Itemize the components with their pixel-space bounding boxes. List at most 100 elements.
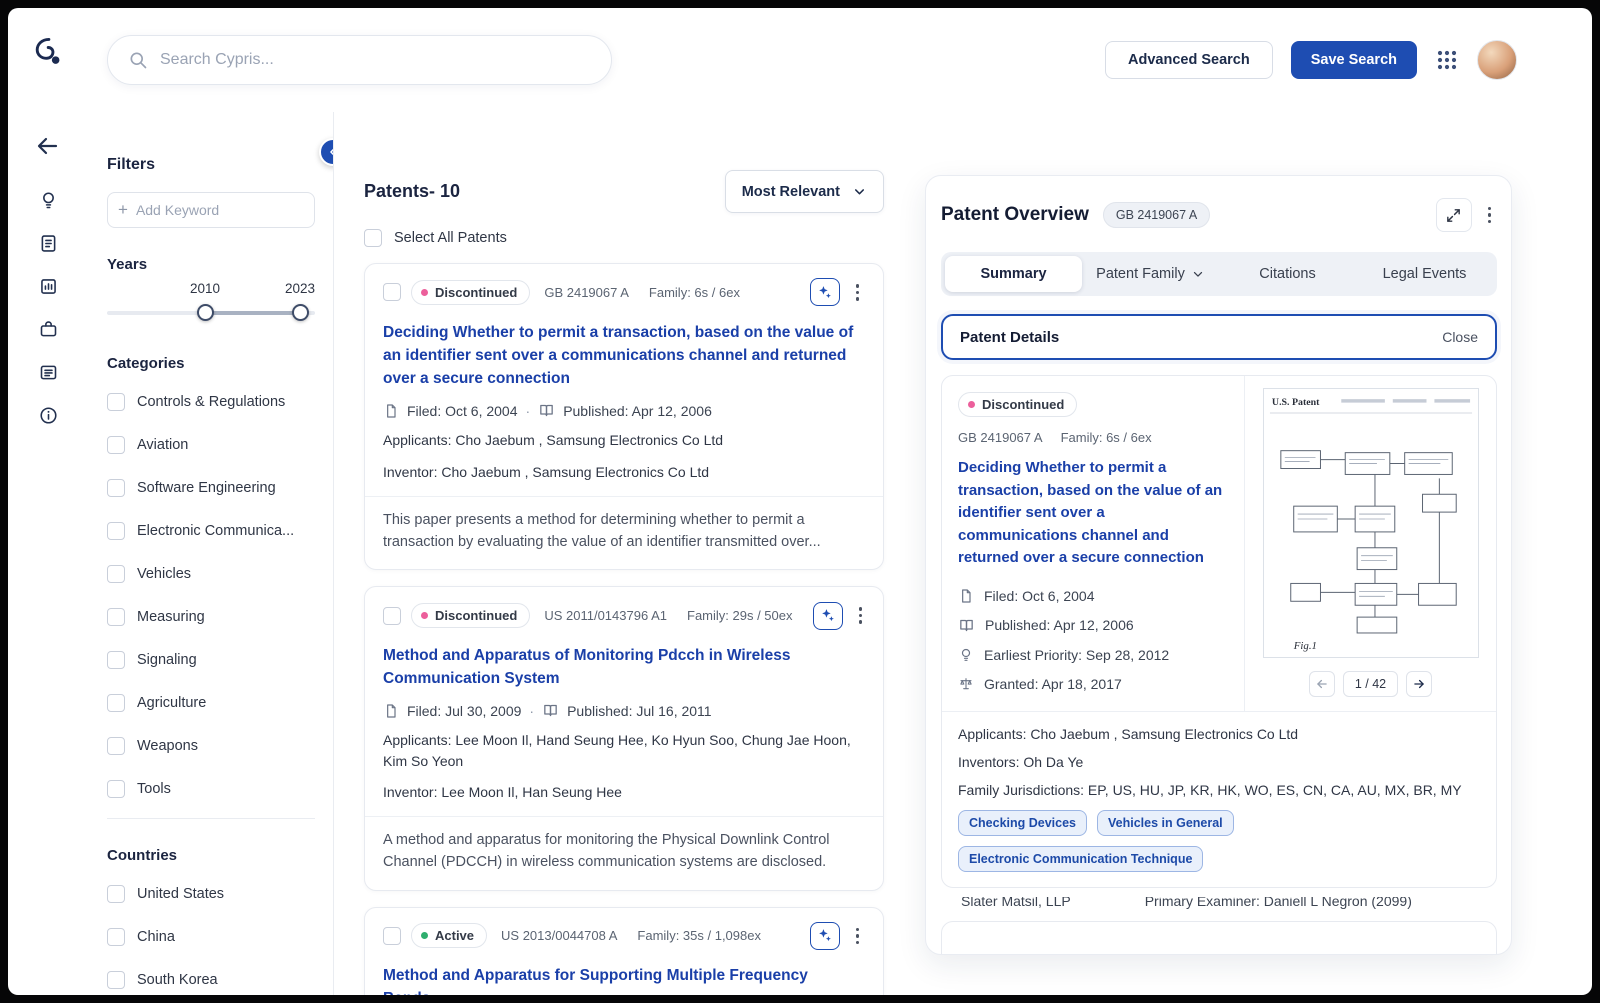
file-icon (387, 704, 396, 718)
checkbox[interactable] (107, 736, 125, 755)
documents-icon[interactable] (27, 222, 69, 264)
main-area: Advanced Search Save Search Filters + (88, 8, 1592, 995)
ai-sparkle-button[interactable] (809, 921, 840, 950)
patent-card: Discontinued GB 2419067 A Family: 6s / 6… (364, 263, 884, 571)
category-option[interactable]: Vehicles (107, 552, 315, 595)
applicants-line: Applicants: Cho Jaebum , Samsung Electro… (958, 726, 1299, 742)
patent-checkbox[interactable] (383, 606, 401, 625)
page-counter: 1 / 42 (1342, 671, 1399, 697)
add-keyword-input[interactable] (135, 202, 304, 218)
category-option[interactable]: Weapons (107, 724, 315, 767)
patent-checkbox[interactable] (383, 283, 401, 302)
checkbox[interactable] (107, 564, 125, 583)
tab-summary[interactable]: Summary (945, 256, 1082, 292)
checkbox[interactable] (107, 970, 125, 989)
years-slider[interactable] (107, 299, 315, 327)
checkbox[interactable] (107, 521, 125, 540)
category-tag[interactable]: Electronic Communication Technique (958, 846, 1204, 872)
file-icon (387, 404, 396, 418)
more-options-icon[interactable] (850, 922, 866, 951)
next-detail-card (941, 921, 1497, 954)
idea-lightbulb-icon[interactable] (27, 179, 69, 221)
country-option[interactable]: China (107, 915, 315, 958)
status-badge: Active (411, 923, 488, 949)
checkbox[interactable] (107, 607, 125, 626)
advanced-search-button[interactable]: Advanced Search (1105, 41, 1273, 79)
checkbox[interactable] (107, 779, 125, 798)
plus-icon: + (118, 200, 128, 219)
checkbox[interactable] (107, 392, 125, 411)
country-option[interactable]: South Korea (107, 958, 315, 995)
sparkle-icon (822, 609, 834, 622)
left-rail (8, 8, 88, 995)
next-page-icon[interactable] (1406, 671, 1433, 697)
more-options-icon[interactable] (853, 601, 869, 630)
search-input[interactable] (160, 51, 591, 69)
status-dot (968, 401, 975, 408)
category-tag[interactable]: Vehicles in General (1097, 810, 1234, 836)
patent-title-link[interactable]: Deciding Whether to permit a transaction… (383, 321, 858, 391)
expand-icon[interactable] (1435, 198, 1472, 232)
overview-more-options-icon[interactable] (1482, 201, 1498, 230)
category-tag[interactable]: Checking Devices (958, 810, 1087, 836)
back-arrow-icon[interactable] (27, 125, 69, 167)
ai-sparkle-button[interactable] (809, 278, 840, 307)
sort-dropdown[interactable]: Most Relevant (724, 170, 884, 213)
category-option[interactable]: Controls & Regulations (107, 380, 315, 423)
applicants-line: Applicants: Lee Moon Il, Hand Seung Hee,… (383, 732, 851, 769)
patent-checkbox[interactable] (383, 926, 401, 945)
category-option[interactable]: Electronic Communica... (107, 509, 315, 552)
published-date: Published: Jul 16, 2011 (567, 702, 712, 719)
patent-title-link[interactable]: Method and Apparatus for Supporting Mult… (383, 964, 858, 995)
category-option[interactable]: Software Engineering (107, 466, 315, 509)
tab-citations[interactable]: Citations (1219, 256, 1356, 292)
country-option[interactable]: United States (107, 872, 315, 915)
slider-handle-max[interactable] (292, 304, 309, 321)
slider-handle-min[interactable] (197, 304, 214, 321)
checkbox[interactable] (107, 650, 125, 669)
news-icon[interactable] (27, 351, 69, 393)
close-button[interactable]: Close (1442, 329, 1478, 345)
years-label: Years (107, 256, 148, 273)
scale-icon (960, 677, 972, 689)
patent-id: US 2011/0143796 A1 (544, 608, 667, 624)
apps-grid-icon[interactable] (1435, 48, 1459, 72)
patent-title-link[interactable]: Deciding Whether to permit a transaction… (958, 457, 1228, 570)
chevron-down-icon (855, 189, 864, 195)
category-option[interactable]: Aviation (107, 423, 315, 466)
select-all-checkbox[interactable] (364, 229, 382, 247)
report-icon[interactable] (27, 265, 69, 307)
prev-page-icon[interactable] (1308, 671, 1335, 697)
applicants-line: Applicants: Cho Jaebum , Samsung Electro… (383, 432, 724, 449)
priority-date: Earliest Priority: Sep 28, 2012 (984, 646, 1170, 663)
save-search-button[interactable]: Save Search (1290, 41, 1417, 79)
select-all-row[interactable]: Select All Patents (364, 229, 884, 247)
more-options-icon[interactable] (850, 278, 866, 307)
category-option[interactable]: Signaling (107, 638, 315, 681)
patent-title-link[interactable]: Method and Apparatus of Monitoring Pdcch… (383, 644, 858, 691)
checkbox[interactable] (107, 478, 125, 497)
category-option[interactable]: Measuring (107, 595, 315, 638)
category-option[interactable]: Agriculture (107, 681, 315, 724)
attorney-line: Slater Matsil, LLP (961, 897, 1071, 909)
book-icon (544, 705, 557, 717)
checkbox[interactable] (107, 927, 125, 946)
checkbox[interactable] (107, 884, 125, 903)
category-option[interactable]: Tools (107, 767, 315, 810)
tab-legal-events[interactable]: Legal Events (1356, 256, 1493, 292)
filed-date: Filed: Oct 6, 2004 (407, 402, 518, 419)
checkbox[interactable] (107, 693, 125, 712)
tab-patent-family[interactable]: Patent Family (1082, 256, 1219, 292)
cypris-logo[interactable] (30, 34, 66, 75)
ai-sparkle-button[interactable] (812, 601, 843, 630)
portfolio-icon[interactable] (27, 308, 69, 350)
checkbox[interactable] (107, 435, 125, 454)
search-bar[interactable] (107, 35, 612, 85)
info-icon[interactable] (27, 394, 69, 436)
thumb-figure-caption: Fig.1 (1292, 640, 1316, 652)
status-dot (421, 932, 428, 940)
add-keyword-field[interactable]: + (107, 192, 315, 228)
patent-page-thumbnail[interactable]: U.S. Patent Fig.1 (1262, 388, 1479, 658)
collapse-filters-button[interactable] (319, 138, 333, 166)
user-avatar[interactable] (1477, 40, 1517, 80)
